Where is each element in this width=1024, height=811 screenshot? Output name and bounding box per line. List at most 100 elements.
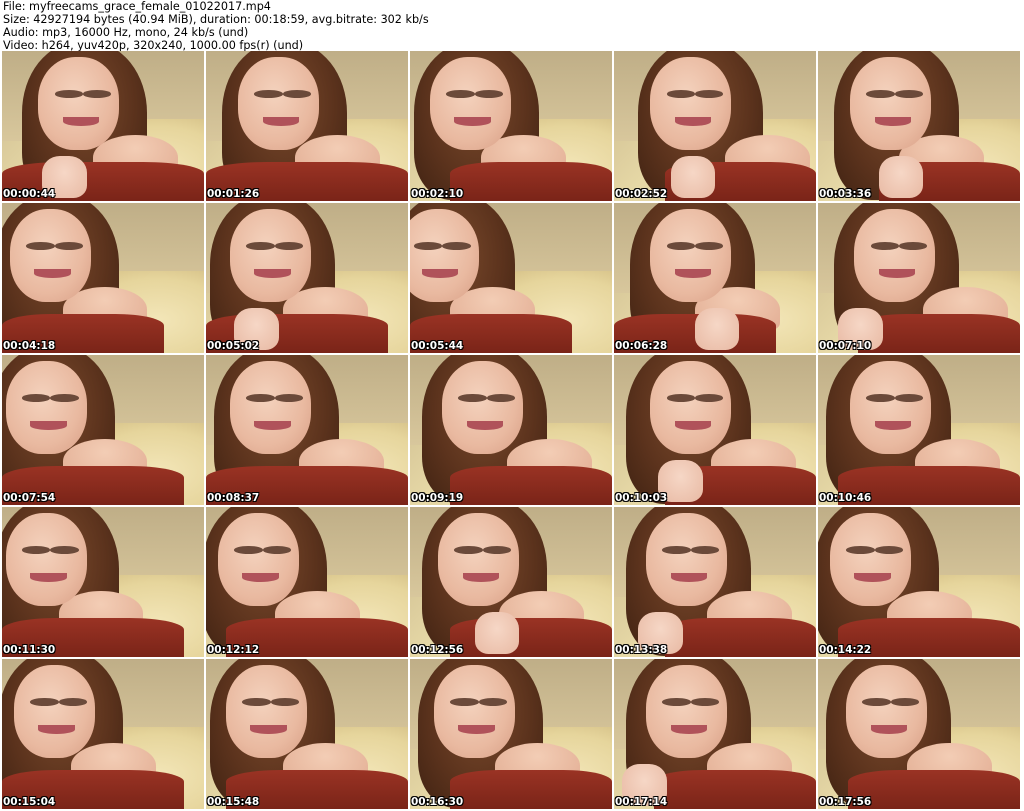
face bbox=[230, 209, 312, 302]
mouth bbox=[670, 725, 707, 734]
eye bbox=[890, 698, 919, 706]
eye bbox=[894, 394, 924, 402]
thumbnail-timestamp: 00:01:26 bbox=[207, 188, 260, 200]
video-thumbnail: 00:07:54 bbox=[2, 355, 204, 505]
mouth bbox=[458, 725, 495, 734]
size-duration-line: Size: 42927194 bytes (40.94 MiB), durati… bbox=[3, 13, 429, 26]
mouth bbox=[30, 421, 67, 430]
face bbox=[850, 361, 932, 454]
eye bbox=[690, 546, 720, 554]
face bbox=[650, 361, 732, 454]
eye bbox=[54, 90, 83, 98]
video-thumbnail: 00:13:38 bbox=[614, 507, 816, 657]
eye bbox=[246, 394, 275, 402]
eye bbox=[666, 90, 695, 98]
mouth bbox=[466, 421, 503, 430]
hand bbox=[878, 156, 924, 198]
eye bbox=[894, 90, 924, 98]
video-thumbnail: 00:04:18 bbox=[2, 203, 204, 353]
eye bbox=[282, 90, 312, 98]
eye bbox=[22, 546, 51, 554]
eye bbox=[30, 698, 59, 706]
eye bbox=[254, 90, 283, 98]
video-thumbnail: 00:05:44 bbox=[410, 203, 612, 353]
face bbox=[438, 513, 520, 606]
face bbox=[846, 665, 928, 758]
face bbox=[646, 665, 728, 758]
face bbox=[646, 513, 728, 606]
eye bbox=[246, 242, 275, 250]
eye bbox=[50, 394, 79, 402]
mouth bbox=[674, 421, 711, 430]
mouth bbox=[878, 269, 915, 278]
eye bbox=[450, 698, 479, 706]
audio-info-line: Audio: mp3, 16000 Hz, mono, 24 kb/s (und… bbox=[3, 26, 249, 39]
mouth bbox=[254, 421, 291, 430]
thumbnail-timestamp: 00:02:52 bbox=[615, 188, 668, 200]
face bbox=[410, 209, 479, 302]
red-dress bbox=[450, 162, 612, 201]
face bbox=[38, 57, 120, 150]
thumbnail-timestamp: 00:04:18 bbox=[3, 340, 56, 352]
thumbnail-timestamp: 00:00:44 bbox=[3, 188, 56, 200]
eye bbox=[274, 242, 303, 250]
red-dress bbox=[450, 466, 612, 505]
eye bbox=[82, 90, 112, 98]
mouth bbox=[250, 725, 287, 734]
mouth bbox=[62, 117, 99, 126]
eye bbox=[478, 698, 507, 706]
eye bbox=[22, 394, 51, 402]
thumbnail-timestamp: 00:11:30 bbox=[3, 644, 56, 656]
eye bbox=[486, 394, 516, 402]
mouth bbox=[254, 269, 291, 278]
face bbox=[238, 57, 320, 150]
face bbox=[650, 209, 732, 302]
red-dress bbox=[664, 618, 816, 657]
thumbnail-timestamp: 00:03:36 bbox=[819, 188, 872, 200]
video-thumbnail: 00:06:28 bbox=[614, 203, 816, 353]
eye bbox=[54, 242, 83, 250]
hand bbox=[694, 308, 740, 350]
mouth bbox=[674, 269, 711, 278]
mouth bbox=[870, 725, 907, 734]
face bbox=[442, 361, 524, 454]
eye bbox=[58, 698, 87, 706]
face bbox=[218, 513, 299, 606]
video-thumbnail: 00:16:30 bbox=[410, 659, 612, 809]
mouth bbox=[454, 117, 491, 126]
thumbnail-timestamp: 00:15:48 bbox=[207, 796, 260, 808]
thumbnail-timestamp: 00:02:10 bbox=[411, 188, 464, 200]
eye bbox=[458, 394, 487, 402]
eye bbox=[898, 242, 928, 250]
face bbox=[6, 361, 87, 454]
thumbnail-timestamp: 00:17:14 bbox=[615, 796, 668, 808]
face bbox=[830, 513, 911, 606]
eye bbox=[846, 546, 875, 554]
video-thumbnail: 00:09:19 bbox=[410, 355, 612, 505]
thumbnail-timestamp: 00:14:22 bbox=[819, 644, 872, 656]
video-thumbnail: 00:07:10 bbox=[818, 203, 1020, 353]
face bbox=[10, 209, 91, 302]
eye bbox=[666, 394, 695, 402]
mouth bbox=[262, 117, 299, 126]
thumbnail-timestamp: 00:07:54 bbox=[3, 492, 56, 504]
mouth bbox=[874, 117, 911, 126]
video-thumbnail: 00:12:56 bbox=[410, 507, 612, 657]
thumbnail-timestamp: 00:16:30 bbox=[411, 796, 464, 808]
eye bbox=[690, 698, 720, 706]
thumbnail-timestamp: 00:07:10 bbox=[819, 340, 872, 352]
video-thumbnail: 00:17:14 bbox=[614, 659, 816, 809]
eye bbox=[446, 90, 475, 98]
thumbnail-timestamp: 00:12:56 bbox=[411, 644, 464, 656]
eye bbox=[866, 90, 895, 98]
red-dress bbox=[858, 314, 1020, 353]
face bbox=[14, 665, 95, 758]
eye bbox=[454, 546, 483, 554]
eye bbox=[482, 546, 511, 554]
mouth bbox=[670, 573, 707, 582]
eye bbox=[262, 546, 291, 554]
eye bbox=[414, 242, 443, 250]
mouth bbox=[242, 573, 279, 582]
video-thumbnail: 00:15:04 bbox=[2, 659, 204, 809]
file-name-line: File: myfreecams_grace_female_01022017.m… bbox=[3, 0, 271, 13]
